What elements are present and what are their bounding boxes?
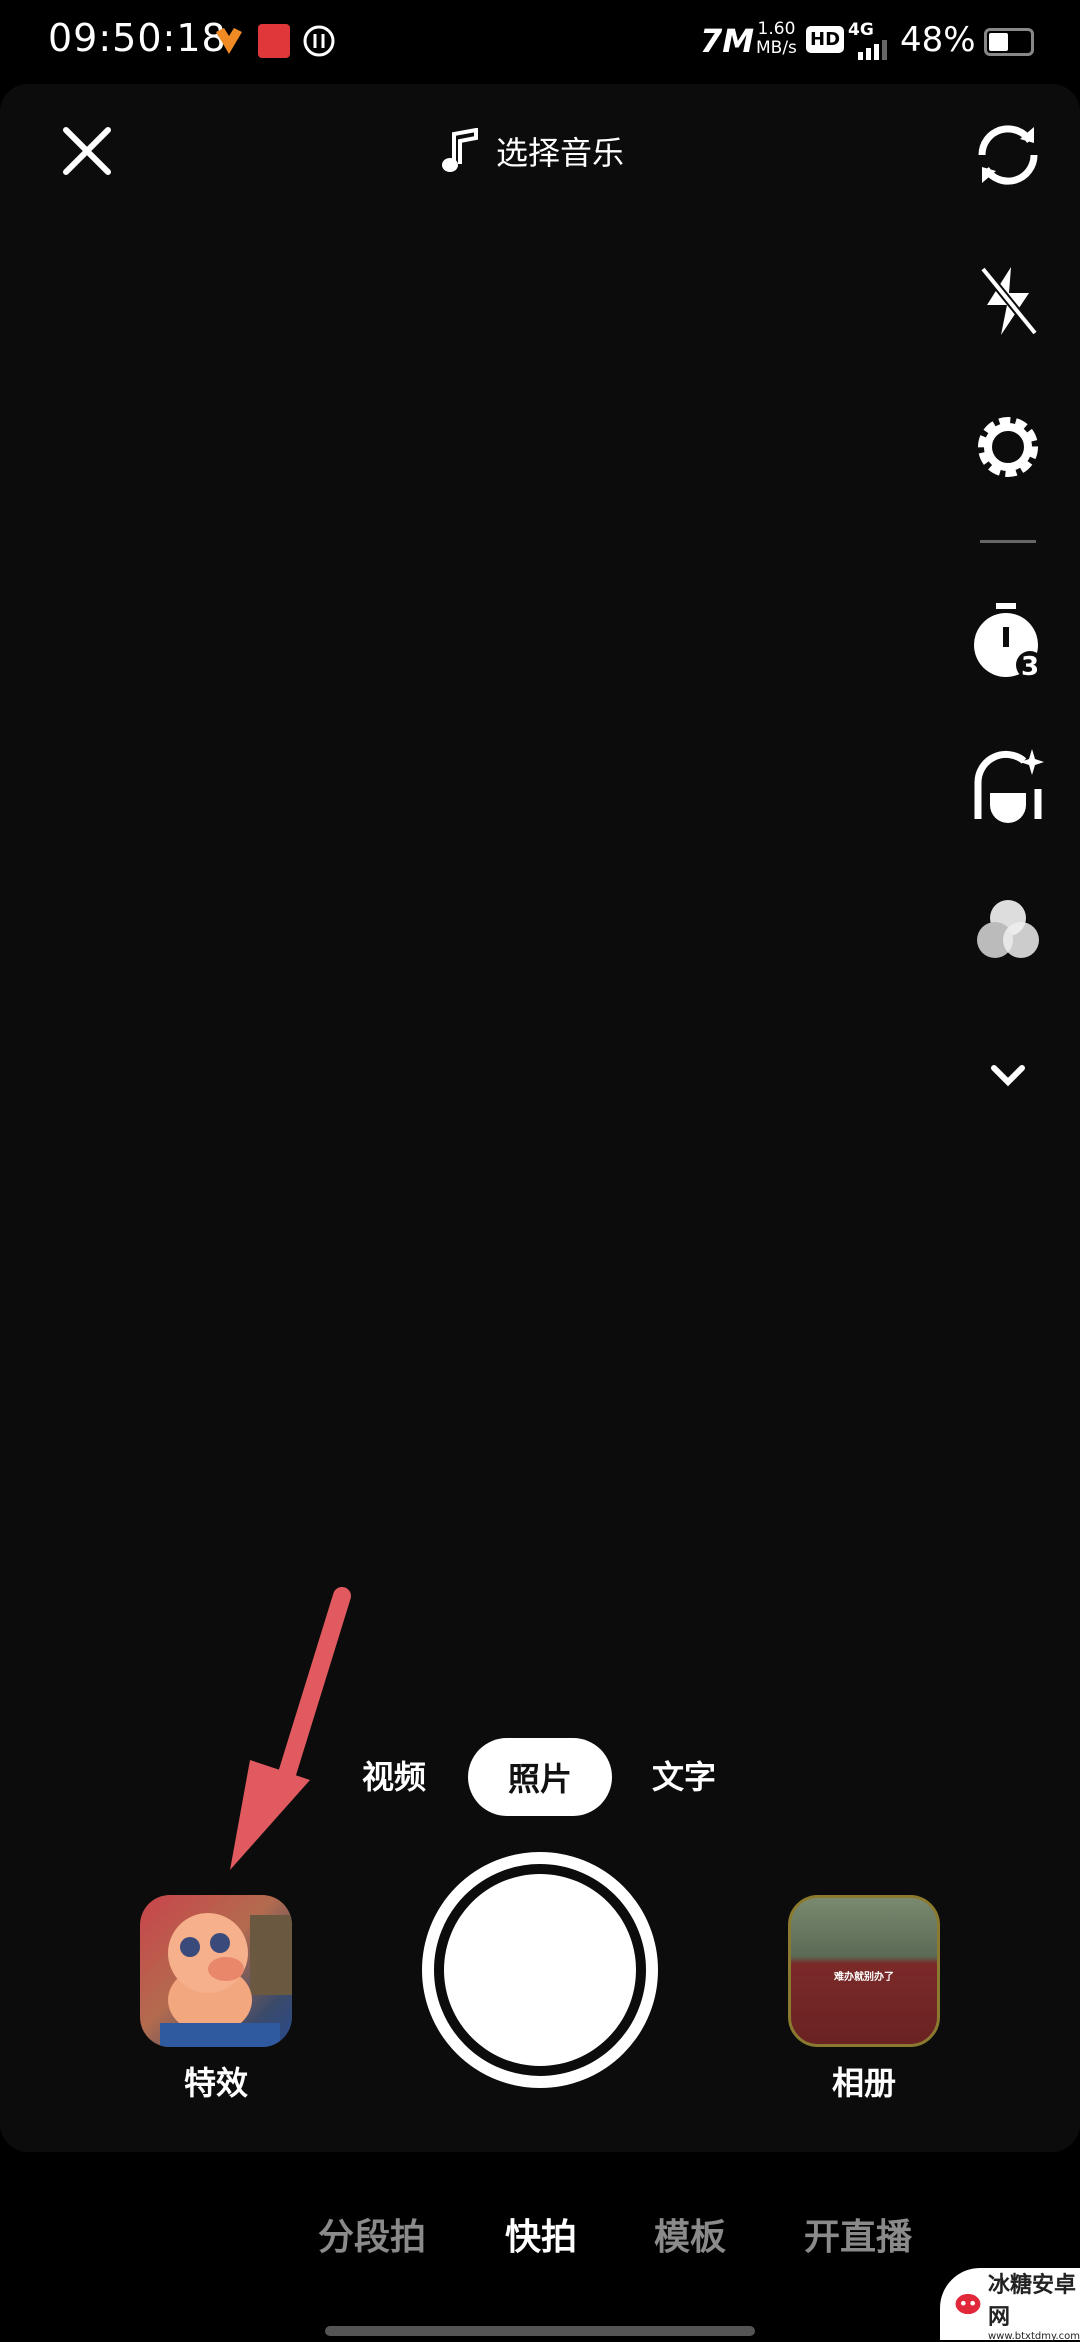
- status-bar: 09:50:18 7M 1.60 MB/s HD 4G 48%: [0, 0, 1080, 82]
- close-icon[interactable]: [60, 124, 114, 178]
- clock: 09:50:18: [48, 16, 227, 60]
- music-label: 选择音乐: [496, 134, 625, 172]
- network-speed: 1.60 MB/s: [756, 20, 797, 58]
- network-type: 4G: [848, 20, 874, 40]
- watermark-text: 冰糖安卓网: [987, 2272, 1076, 2330]
- album-button[interactable]: 难办就别办了: [788, 1895, 940, 2047]
- home-indicator[interactable]: [325, 2326, 755, 2336]
- camera-viewfinder[interactable]: [0, 84, 1080, 2152]
- speed-value: 1.60: [757, 19, 796, 39]
- timer-button[interactable]: 3: [963, 596, 1053, 686]
- battery-percent: 48%: [900, 20, 976, 60]
- beauty-button[interactable]: [963, 740, 1053, 830]
- app-notification-red-icon: [258, 24, 290, 58]
- filters-button[interactable]: [963, 885, 1053, 975]
- tab-go-live[interactable]: 开直播: [804, 2208, 912, 2260]
- data-saver-icon: [303, 25, 335, 57]
- mode-video[interactable]: 视频: [362, 1752, 426, 1798]
- svg-text:3: 3: [1021, 652, 1039, 682]
- music-note-icon: [442, 128, 478, 172]
- timer-icon: 3: [974, 603, 1044, 682]
- flash-off-icon: [979, 266, 1039, 336]
- gear-icon: [978, 417, 1038, 477]
- flip-camera-button[interactable]: [963, 110, 1053, 200]
- select-music-button[interactable]: 选择音乐: [440, 128, 624, 174]
- shutter-inner: [444, 1874, 636, 2066]
- album-label: 相册: [831, 2064, 896, 2102]
- carrier-icon: 7M: [700, 22, 755, 60]
- mode-text[interactable]: 文字: [652, 1752, 716, 1798]
- battery-icon: [984, 28, 1034, 56]
- settings-button[interactable]: [963, 402, 1053, 492]
- tab-templates[interactable]: 模板: [654, 2208, 726, 2260]
- mode-photo[interactable]: 照片: [468, 1738, 612, 1816]
- watermark: 冰糖安卓网 www.btxtdmy.com: [940, 2268, 1080, 2342]
- flash-button[interactable]: [963, 256, 1053, 346]
- app-notification-icon: [216, 28, 242, 54]
- chevron-down-icon: [991, 1065, 1025, 1087]
- annotation-arrow: [230, 1587, 351, 1870]
- effects-label: 特效: [183, 2064, 248, 2102]
- beauty-face-icon: [974, 749, 1044, 823]
- hd-icon: HD: [806, 26, 845, 53]
- toolbar-divider: [980, 540, 1036, 543]
- pig-effect-thumbnail: [160, 1913, 292, 2047]
- signal-icon: [858, 40, 887, 60]
- tab-quick-shoot[interactable]: 快拍: [505, 2208, 577, 2260]
- speed-unit: MB/s: [756, 38, 797, 58]
- tab-segment-shoot[interactable]: 分段拍: [318, 2208, 426, 2260]
- filters-icon: [977, 900, 1039, 958]
- album-thumb-title: 难办就别办了: [834, 1972, 894, 1983]
- watermark-logo-icon: [955, 2293, 981, 2315]
- flip-camera-icon: [978, 125, 1038, 185]
- shutter-button[interactable]: [422, 1852, 658, 2088]
- expand-more-button[interactable]: [963, 1030, 1053, 1120]
- effects-button[interactable]: [140, 1895, 292, 2047]
